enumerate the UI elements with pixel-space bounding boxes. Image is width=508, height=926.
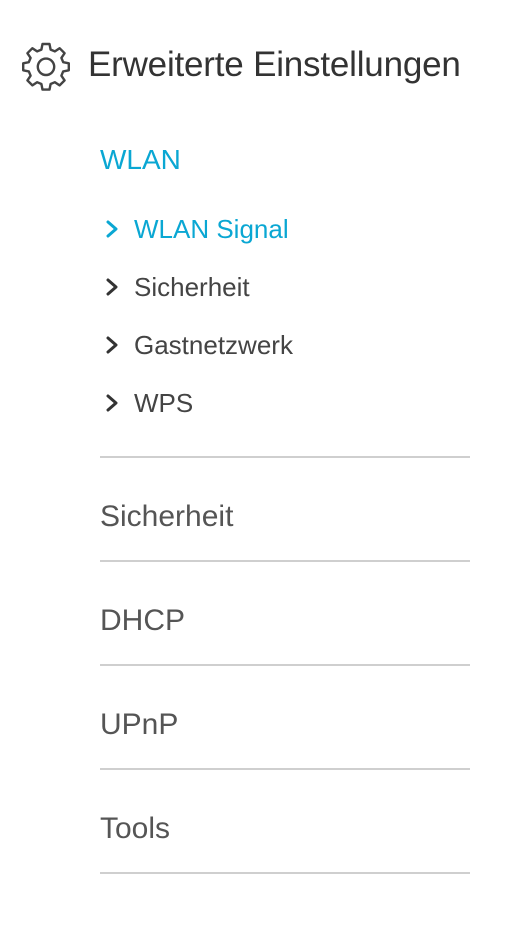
divider: [100, 456, 470, 458]
menu-section-upnp[interactable]: UPnP: [100, 673, 470, 777]
submenu-item-sicherheit[interactable]: Sicherheit: [100, 258, 470, 316]
menu-section-label: UPnP: [100, 708, 179, 741]
menu-section-sicherheit[interactable]: Sicherheit: [100, 465, 470, 569]
submenu-item-label: WPS: [134, 387, 194, 418]
submenu-item-wps[interactable]: WPS: [100, 374, 470, 432]
chevron-right-icon: [106, 336, 118, 354]
gear-icon: [22, 42, 70, 91]
divider: [100, 768, 470, 770]
menu-section-dhcp[interactable]: DHCP: [100, 569, 470, 673]
menu-section-label: DHCP: [100, 604, 186, 637]
menu-section-tools[interactable]: Tools: [100, 777, 470, 881]
submenu-item-wlan-signal[interactable]: WLAN Signal: [100, 200, 470, 258]
chevron-right-icon: [106, 278, 118, 296]
chevron-right-icon: [106, 220, 118, 238]
divider: [100, 560, 470, 562]
submenu-item-label: Sicherheit: [134, 271, 250, 302]
divider: [100, 664, 470, 666]
menu-section-label: Tools: [100, 812, 171, 845]
wlan-submenu: WLAN Signal Sicherheit Gastnetzwerk WPS: [100, 200, 470, 432]
divider: [100, 872, 470, 874]
menu-section-label: Sicherheit: [100, 500, 234, 533]
page-header: Erweiterte Einstellungen: [20, 38, 461, 92]
submenu-item-label: Gastnetzwerk: [134, 329, 293, 360]
page-title: Erweiterte Einstellungen: [88, 45, 461, 84]
section-title-wlan[interactable]: WLAN: [100, 144, 181, 176]
submenu-item-gastnetzwerk[interactable]: Gastnetzwerk: [100, 316, 470, 374]
chevron-right-icon: [106, 394, 118, 412]
submenu-item-label: WLAN Signal: [134, 213, 289, 244]
